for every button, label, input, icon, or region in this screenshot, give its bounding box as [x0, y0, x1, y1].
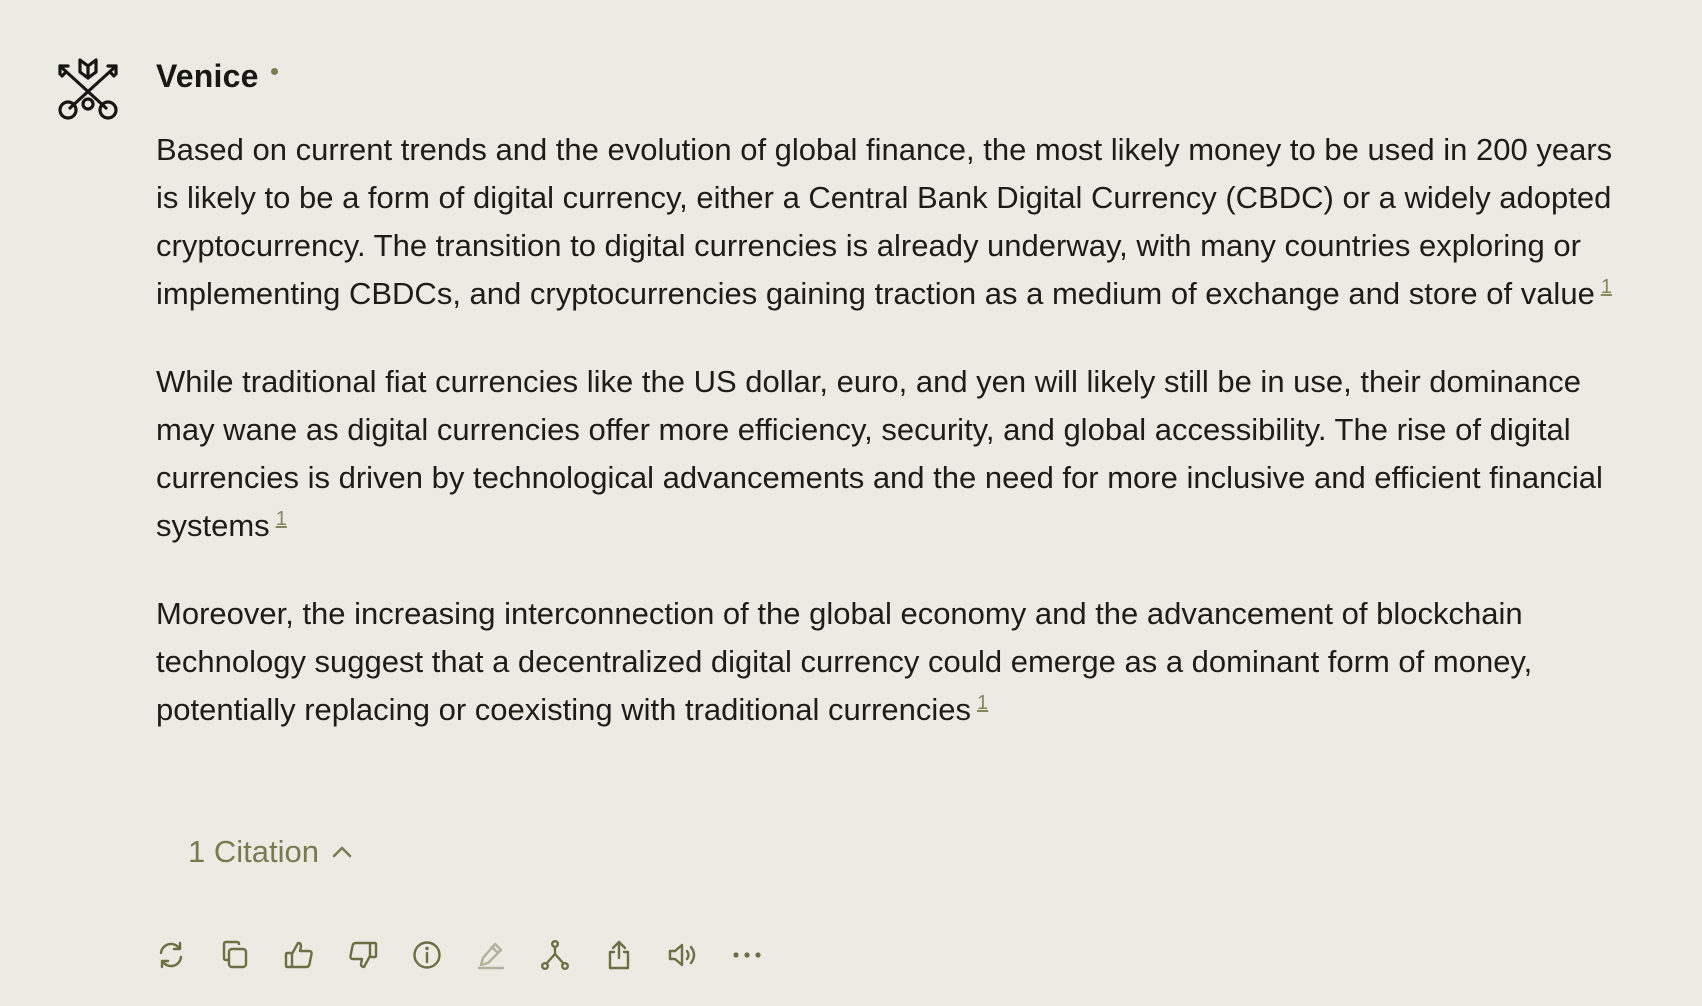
crossed-keys-icon [58, 58, 118, 120]
info-icon [413, 941, 441, 969]
assistant-message: Venice Based on current trends and the e… [0, 0, 1702, 1006]
message-paragraph: Based on current trends and the evolutio… [156, 126, 1626, 318]
info-button[interactable] [410, 938, 444, 972]
citation-reference[interactable]: 1 [977, 692, 988, 714]
regenerate-button[interactable] [154, 938, 188, 972]
thumbs-up-button[interactable] [282, 938, 316, 972]
chevron-up-icon [332, 846, 352, 858]
citations-toggle-button[interactable]: 1 Citation [188, 830, 353, 874]
thumbs-down-icon [349, 941, 378, 969]
edit-button[interactable] [474, 938, 508, 972]
paragraph-text: While traditional fiat currencies like t… [156, 364, 1603, 543]
more-icon [733, 952, 761, 958]
citations-label: 1 Citation [188, 834, 319, 869]
status-dot [270, 67, 278, 75]
message-paragraph: Moreover, the increasing interconnection… [156, 590, 1626, 734]
paragraph-text: Moreover, the increasing interconnection… [156, 596, 1533, 727]
copy-icon [222, 940, 248, 969]
fork-button[interactable] [538, 938, 572, 972]
message-header: Venice [156, 56, 278, 96]
copy-button[interactable] [218, 938, 252, 972]
edit-icon [477, 942, 505, 970]
fork-icon [541, 940, 570, 971]
citation-reference[interactable]: 1 [276, 508, 287, 530]
message-body: Based on current trends and the evolutio… [156, 126, 1626, 774]
venice-logo-avatar [56, 54, 120, 122]
message-paragraph: While traditional fiat currencies like t… [156, 358, 1626, 550]
speaker-icon [668, 943, 696, 967]
sender-name: Venice [156, 57, 259, 94]
paragraph-text: Based on current trends and the evolutio… [156, 132, 1613, 311]
message-action-bar [154, 938, 794, 972]
more-options-button[interactable] [730, 938, 764, 972]
thumbs-down-button[interactable] [346, 938, 380, 972]
citation-reference[interactable]: 1 [1601, 276, 1612, 298]
read-aloud-button[interactable] [666, 938, 700, 972]
share-icon [608, 940, 630, 970]
regenerate-icon [159, 941, 183, 969]
thumbs-up-icon [284, 941, 313, 969]
share-button[interactable] [602, 938, 636, 972]
